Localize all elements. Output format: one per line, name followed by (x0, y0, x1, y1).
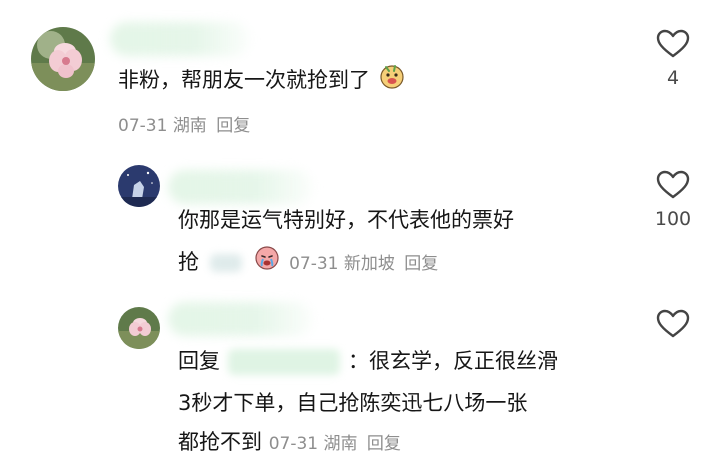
reply-button[interactable]: 回复 (404, 254, 438, 274)
comment-meta: 07-31 新加坡 回复 (289, 254, 438, 274)
laughing-face-emoji-icon (377, 63, 407, 100)
comment-body-tail: 都抢不到 (178, 430, 262, 454)
heart-outline-icon (656, 29, 690, 58)
night-sky-avatar-image (118, 165, 160, 207)
comment-text-line-2: 抢 07-31 新加坡 回复 (178, 244, 438, 282)
mentioned-username-redacted[interactable] (228, 349, 340, 375)
comment-location: 湖南 (323, 434, 358, 454)
comment-location: 新加坡 (343, 254, 395, 274)
username-redacted[interactable] (168, 170, 313, 204)
like-button[interactable]: 100 (643, 170, 703, 230)
heart-outline-icon (656, 170, 690, 199)
user-avatar[interactable] (118, 165, 160, 207)
comment-text: 非粉，帮朋友一次就抢到了 (118, 62, 407, 100)
like-count: 100 (654, 208, 692, 230)
user-avatar[interactable] (31, 27, 95, 91)
comment-date: 07-31 (268, 434, 319, 454)
comment-meta: 07-31 湖南 回复 (118, 108, 250, 144)
like-button[interactable] (643, 309, 703, 339)
user-avatar[interactable] (118, 307, 160, 349)
reply-button[interactable]: 回复 (216, 116, 250, 136)
comment-body-tail: 抢 (178, 250, 199, 274)
orchid-avatar-image (31, 27, 95, 91)
comment-body: 非粉，帮朋友一次就抢到了 (118, 68, 370, 92)
like-button[interactable]: 4 (643, 29, 703, 89)
comment-text-line-1: 你那是运气特别好，不代表他的票好 (178, 208, 514, 232)
comment-meta: 07-31 湖南 回复 (269, 434, 401, 454)
comment-text-line-3: 都抢不到 07-31 湖南 回复 (178, 424, 401, 462)
reply-prefix: 回复 (178, 349, 220, 373)
comment-text-line-1: 回复 ：很玄学，反正很丝滑 (178, 343, 558, 379)
comment-body: ：很玄学，反正很丝滑 (348, 349, 558, 373)
comment-text-line-2: 3秒才下单，自己抢陈奕迅七八场一张 (178, 391, 528, 415)
comment-date: 07-31 (118, 116, 168, 136)
username-redacted[interactable] (110, 22, 250, 56)
crying-face-emoji-icon (252, 245, 282, 282)
orchid-avatar-image (118, 307, 160, 349)
comment-location: 湖南 (172, 116, 207, 136)
reply-button[interactable]: 回复 (367, 434, 401, 454)
comment-date: 07-31 (289, 254, 339, 274)
heart-outline-icon (656, 309, 690, 338)
redacted-inline (209, 254, 242, 272)
like-count: 4 (666, 67, 680, 89)
username-redacted[interactable] (168, 302, 313, 336)
